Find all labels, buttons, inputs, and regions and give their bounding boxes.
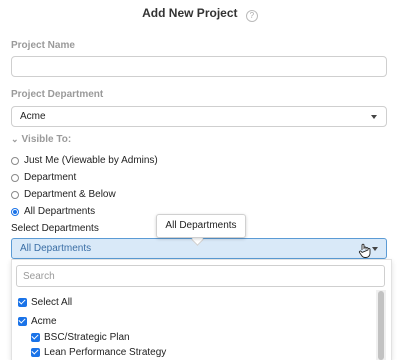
- dialog-title-text: Add New Project: [142, 6, 238, 20]
- radio-just-me[interactable]: Just Me (Viewable by Admins): [11, 155, 158, 166]
- project-name-label: Project Name: [11, 40, 75, 51]
- radio-label: All Departments: [24, 206, 96, 217]
- checkbox-checked-icon[interactable]: [18, 298, 27, 307]
- chevron-down-icon: ⌄: [11, 134, 19, 144]
- list-item-lean-performance-strategy[interactable]: Lean Performance Strategy: [31, 347, 166, 358]
- radio-label: Department: [24, 172, 77, 183]
- checkbox-checked-icon[interactable]: [31, 348, 40, 357]
- dialog-title: Add New Project ?: [0, 6, 400, 22]
- checkbox-checked-icon[interactable]: [31, 333, 40, 342]
- list-item-label: Lean Performance Strategy: [44, 347, 167, 358]
- select-departments-label: Select Departments: [11, 223, 99, 234]
- chevron-down-icon: [372, 247, 378, 251]
- list-item-select-all[interactable]: Select All: [18, 297, 72, 308]
- radio-label: Just Me (Viewable by Admins): [24, 155, 158, 166]
- tooltip: All Departments: [156, 214, 246, 238]
- radio-button[interactable]: [11, 156, 19, 165]
- project-department-value: Acme: [20, 111, 46, 122]
- hand-cursor-icon: [358, 243, 371, 258]
- radio-label: Department & Below: [24, 189, 116, 200]
- scrollbar-thumb[interactable]: [378, 291, 384, 360]
- radio-button[interactable]: [11, 190, 19, 199]
- list-item-acme[interactable]: Acme: [18, 316, 57, 327]
- radio-all-departments[interactable]: All Departments: [11, 206, 95, 217]
- checkbox-checked-icon[interactable]: [18, 317, 27, 326]
- project-department-label: Project Department: [11, 89, 104, 100]
- radio-button-selected[interactable]: [11, 207, 19, 216]
- chevron-down-icon: [371, 115, 377, 119]
- visible-to-label: Visible To:: [21, 134, 72, 145]
- visible-to-toggle[interactable]: ⌄ Visible To:: [11, 134, 71, 145]
- project-department-select[interactable]: Acme: [11, 106, 387, 127]
- list-item-bsc-strategic-plan[interactable]: BSC/Strategic Plan: [31, 332, 130, 343]
- list-item-label: Select All: [31, 297, 73, 308]
- radio-button[interactable]: [11, 173, 19, 182]
- list-item-label: BSC/Strategic Plan: [44, 332, 130, 343]
- radio-department-and-below[interactable]: Department & Below: [11, 189, 116, 200]
- radio-department[interactable]: Department: [11, 172, 76, 183]
- question-circle-icon[interactable]: ?: [245, 9, 258, 22]
- project-name-field[interactable]: [11, 56, 387, 77]
- search-field[interactable]: [16, 265, 385, 287]
- search-input[interactable]: [17, 266, 384, 286]
- select-departments-value: All Departments: [20, 243, 92, 254]
- list-item-label: Acme: [31, 316, 57, 327]
